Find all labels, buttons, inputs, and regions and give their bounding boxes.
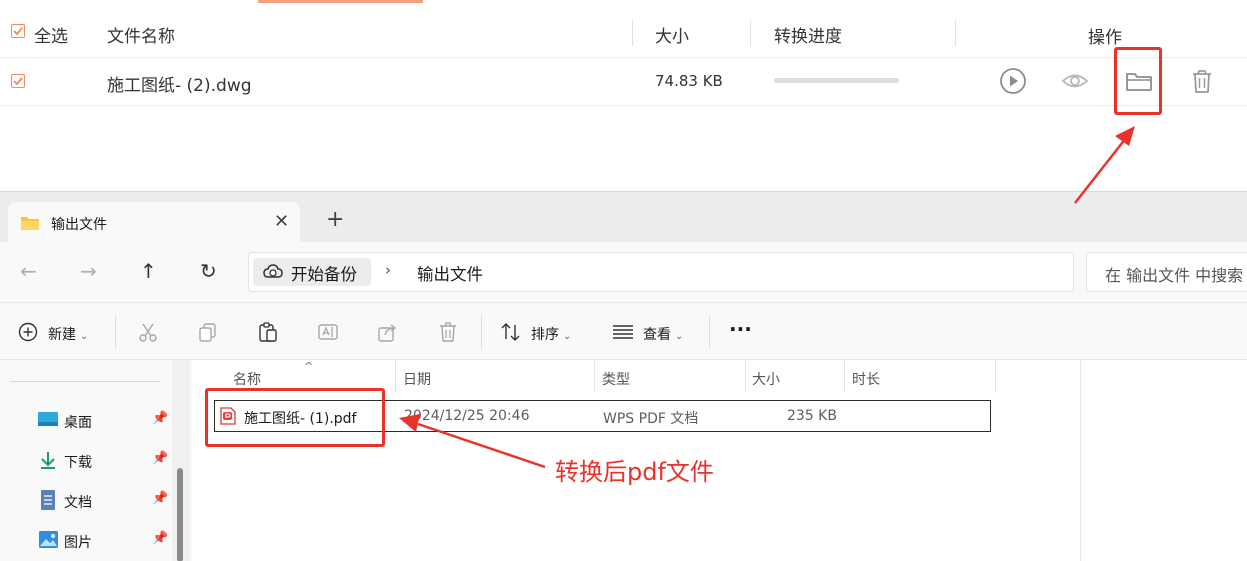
file-size: 235 KB [787, 408, 837, 424]
new-tab-icon[interactable]: + [326, 209, 344, 231]
sidebar-item-label: 图片 [64, 535, 92, 551]
view-list-icon[interactable] [612, 323, 634, 341]
sidebar-item-downloads[interactable]: 下载 📌 [38, 449, 178, 473]
sort-ascending-icon: ^ [304, 360, 314, 373]
navigation-pane: 桌面 📌 下载 📌 文档 📌 图片 📌 [0, 360, 192, 561]
file-checkbox[interactable] [11, 74, 25, 88]
download-icon [41, 452, 55, 469]
sidebar-item-desktop[interactable]: 桌面 📌 [38, 409, 178, 433]
highlight-box-open-folder [1114, 47, 1162, 115]
view-button[interactable]: 查看 ⌄ [643, 324, 683, 344]
close-tab-icon[interactable]: ✕ [274, 211, 289, 232]
command-toolbar: 新建 ⌄ 排序 ⌄ 查看 ⌄ ··· [0, 302, 1247, 360]
view-label: 查看 [643, 327, 671, 343]
column-type[interactable]: 类型 [602, 369, 630, 389]
conversion-progress-bar [774, 78, 899, 83]
pin-icon[interactable]: 📌 [152, 411, 168, 426]
file-explorer-window: 输出文件 ✕ + ← → ↑ ↻ 开始备份 › 输出文件 在 输出文件 中搜索 [0, 191, 1247, 561]
highlight-box-output-file [205, 388, 385, 447]
column-divider[interactable] [594, 360, 595, 392]
play-icon[interactable] [998, 66, 1028, 96]
sidebar-item-documents[interactable]: 文档 📌 [38, 489, 178, 513]
sidebar-item-label: 文档 [64, 495, 92, 511]
column-size[interactable]: 大小 [752, 369, 780, 389]
preview-eye-icon[interactable] [1060, 66, 1090, 96]
tab-title: 输出文件 [51, 217, 107, 233]
more-options-icon[interactable]: ··· [729, 317, 752, 341]
select-all-checkbox[interactable] [11, 24, 25, 38]
column-divider[interactable] [995, 360, 996, 392]
pin-icon[interactable]: 📌 [152, 491, 168, 506]
active-tab-indicator [258, 0, 423, 3]
pin-icon[interactable]: 📌 [152, 451, 168, 466]
forward-arrow-icon[interactable]: → [80, 259, 97, 283]
copy-icon[interactable] [197, 321, 219, 343]
breadcrumb-item[interactable]: 输出文件 [417, 261, 483, 285]
delete-icon[interactable] [437, 321, 459, 343]
breadcrumb-item: 开始备份 [291, 265, 357, 284]
check-icon [13, 27, 23, 36]
share-icon[interactable] [377, 321, 399, 343]
pin-icon[interactable]: 📌 [152, 531, 168, 546]
breadcrumb-home[interactable]: 开始备份 [253, 258, 371, 286]
new-button[interactable]: 新建 ⌄ [48, 324, 88, 344]
toolbar-divider [481, 315, 482, 349]
navigation-bar: ← → ↑ ↻ 开始备份 › 输出文件 在 输出文件 中搜索 [0, 242, 1247, 302]
column-duration[interactable]: 时长 [852, 369, 880, 389]
document-icon [41, 490, 55, 510]
column-progress: 转换进度 [774, 27, 842, 47]
tab-bar: 输出文件 ✕ + [0, 192, 1247, 244]
search-placeholder: 在 输出文件 中搜索 [1105, 266, 1244, 285]
file-date: 2024/12/25 20:46 [404, 408, 530, 424]
file-list-header: 全选 文件名称 大小 转换进度 操作 [0, 6, 1247, 58]
sort-button[interactable]: 排序 ⌄ [531, 324, 571, 344]
new-plus-icon[interactable] [18, 322, 38, 342]
annotation-label: 转换后pdf文件 [555, 458, 714, 486]
toolbar-divider [115, 315, 116, 349]
converter-panel: 全选 文件名称 大小 转换进度 操作 施工图纸- (2).dwg 74.83 K… [0, 0, 1247, 192]
new-label: 新建 [48, 327, 76, 343]
paste-icon[interactable] [257, 321, 279, 343]
delete-trash-icon[interactable] [1187, 66, 1217, 96]
sort-icon[interactable] [500, 321, 522, 343]
sidebar-item-label: 下载 [64, 455, 92, 471]
back-arrow-icon[interactable]: ← [20, 259, 37, 283]
sort-label: 排序 [531, 327, 559, 343]
refresh-icon[interactable]: ↻ [200, 259, 217, 283]
check-icon [13, 77, 23, 86]
toolbar-divider [709, 315, 710, 349]
file-name: 施工图纸- (2).dwg [107, 76, 252, 96]
picture-icon [39, 531, 58, 548]
rename-icon[interactable] [317, 321, 339, 343]
sidebar-scrollbar[interactable] [177, 468, 183, 561]
file-type: WPS PDF 文档 [603, 411, 699, 427]
column-actions: 操作 [1088, 28, 1122, 48]
breadcrumb-separator-icon: › [385, 261, 391, 279]
cloud-backup-icon [263, 264, 283, 278]
cut-icon[interactable] [137, 321, 159, 343]
search-box[interactable]: 在 输出文件 中搜索 [1086, 252, 1247, 292]
up-arrow-icon[interactable]: ↑ [140, 259, 157, 283]
file-size: 74.83 KB [655, 72, 723, 90]
tab-output-folder[interactable]: 输出文件 ✕ [8, 202, 300, 244]
column-divider [632, 20, 633, 46]
column-divider[interactable] [745, 360, 746, 392]
folder-icon [21, 217, 39, 230]
sidebar-divider [10, 381, 160, 382]
column-name[interactable]: 名称 [233, 369, 261, 389]
sidebar-item-pictures[interactable]: 图片 📌 [38, 529, 178, 553]
details-pane-divider [1080, 360, 1081, 561]
column-filename: 文件名称 [107, 27, 175, 47]
select-all-label: 全选 [34, 27, 68, 47]
column-date[interactable]: 日期 [403, 369, 431, 389]
column-divider[interactable] [844, 360, 845, 392]
column-divider [750, 20, 751, 46]
column-divider[interactable] [395, 360, 396, 392]
column-size: 大小 [655, 27, 689, 47]
address-bar[interactable]: 开始备份 › 输出文件 [248, 252, 1074, 292]
file-row[interactable]: 施工图纸- (2).dwg 74.83 KB [0, 58, 1247, 106]
sidebar-item-label: 桌面 [64, 415, 92, 431]
desktop-icon [38, 412, 58, 426]
column-divider [955, 20, 956, 46]
